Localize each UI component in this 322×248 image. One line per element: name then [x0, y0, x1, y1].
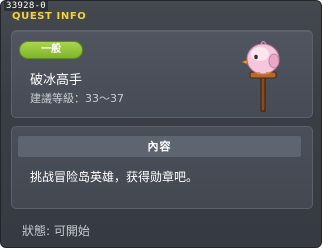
quest-id: 33928-0: [4, 1, 49, 11]
pink-bird-on-signpost-icon: [241, 40, 280, 112]
window-title: QUEST INFO: [12, 11, 87, 22]
content-header: 內容: [18, 136, 301, 157]
recommended-level: 建議等級：33～37: [30, 92, 124, 105]
quest-name: 破冰高手: [30, 73, 83, 88]
content-description: 挑战冒险岛英雄，获得勋章吧。: [30, 170, 199, 184]
category-badge: 一般: [20, 42, 82, 58]
quest-status: 狀態: 可開始: [22, 224, 90, 238]
quest-info-window: 33928-0 QUEST INFO 一般 破冰高手 建議等級：33～37 內容…: [0, 0, 322, 248]
